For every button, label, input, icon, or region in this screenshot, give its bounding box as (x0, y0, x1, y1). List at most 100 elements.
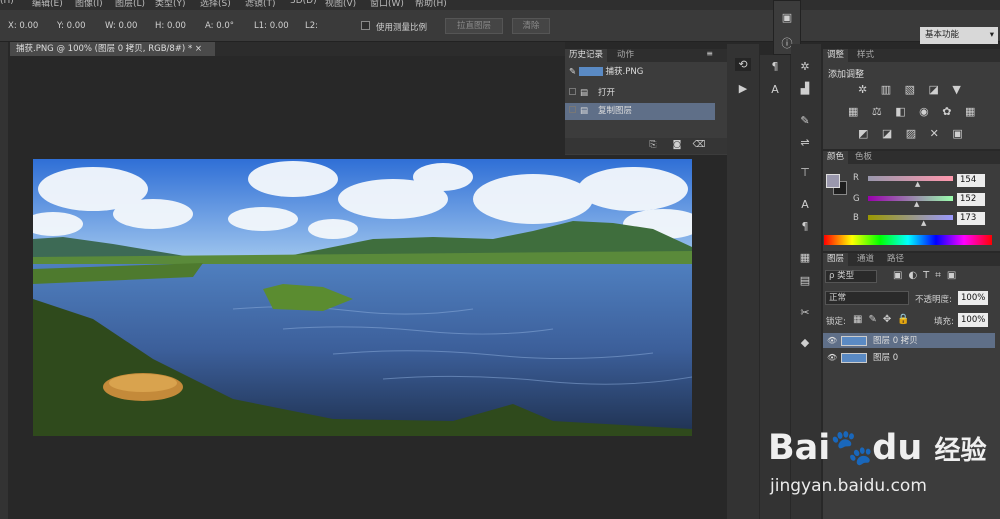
blend-mode-select[interactable]: 正常 (825, 291, 909, 305)
menu-item[interactable]: 图像(I) (75, 0, 103, 9)
workspace-label: 基本功能 (925, 30, 960, 40)
foreground-color-swatch[interactable] (826, 174, 840, 188)
adjustment-icons-row-1[interactable]: ✲ ▥ ▧ ◪ ▼ (858, 83, 966, 96)
options-bar: X: 0.00 Y: 0.00 W: 0.00 H: 0.00 A: 0.0° … (0, 10, 1000, 44)
menu-item[interactable]: 3D(D) (290, 0, 317, 6)
close-icon[interactable]: × (195, 44, 202, 54)
adjustment-icons-row-3[interactable]: ◩ ◪ ▨ ✕ ▣ (858, 127, 968, 140)
history-item-duplicate[interactable]: ▤ 复制图层 (565, 103, 715, 120)
tab-actions[interactable]: 动作 (613, 49, 638, 62)
paragraph-style-icon[interactable]: ¶ (797, 220, 813, 233)
paw-icon: 🐾 (830, 428, 874, 468)
layer-row[interactable]: 👁 图层 0 (823, 350, 995, 365)
toolbox-strip (0, 42, 8, 519)
history-item-open[interactable]: ▤ 打开 (565, 85, 715, 102)
opacity-field[interactable]: 100% (958, 291, 988, 305)
layer-name: 图层 0 拷贝 (873, 336, 918, 346)
b-label: B (853, 213, 859, 223)
snapshot-thumbnail (578, 67, 603, 76)
b-slider[interactable] (868, 215, 953, 220)
fill-field[interactable]: 100% (958, 313, 988, 327)
use-scale-checkbox[interactable] (361, 21, 370, 30)
watermark-url: jingyan.baidu.com (770, 476, 927, 496)
r-slider[interactable] (868, 176, 953, 181)
workspace-select[interactable]: 基本功能 ▾ (920, 27, 998, 44)
layer-kind-filter[interactable]: ρ 类型 (825, 270, 877, 283)
tab-layers[interactable]: 图层 (823, 253, 849, 266)
document-tab[interactable]: 捕获.PNG @ 100% (图层 0 拷贝, RGB/8#) * × (10, 42, 215, 56)
l1-readout: L1: 0.00 (254, 21, 289, 31)
properties-icon[interactable]: ▣ (779, 11, 795, 24)
menu-item[interactable]: 选择(S) (200, 0, 231, 9)
tab-color[interactable]: 颜色 (823, 151, 849, 164)
panel-menu-icon[interactable]: ≡ (706, 49, 713, 58)
menu-item[interactable]: 编辑(E) (32, 0, 63, 9)
g-value[interactable]: 152 (957, 193, 985, 206)
color-spectrum-ramp[interactable] (824, 235, 992, 245)
new-document-icon[interactable]: ⎘ (645, 140, 661, 150)
straighten-button[interactable]: 拉直图层 (445, 18, 503, 34)
tool-presets-icon[interactable]: ⊤ (797, 166, 813, 179)
tab-history[interactable]: 历史记录 (565, 49, 608, 62)
adjustment-icons-row-2[interactable]: ▦ ⚖ ◧ ◉ ✿ ▦ (848, 105, 980, 118)
layer-comps-icon[interactable]: ▤ (797, 274, 813, 287)
document-image (33, 159, 692, 436)
tab-paths[interactable]: 路径 (883, 253, 908, 266)
document-tab-title: 捕获.PNG @ 100% (图层 0 拷贝, RGB/8#) * (16, 44, 193, 54)
menu-item[interactable]: 滤镜(T) (245, 0, 276, 9)
clear-button[interactable]: 清除 (512, 18, 550, 34)
tab-adjustments[interactable]: 调整 (823, 49, 849, 62)
collapsed-dock-1: ⟲ ▶ (727, 44, 759, 519)
eye-icon[interactable]: 👁 (823, 350, 841, 365)
lock-icons[interactable]: ▦✎✥🔒 (853, 314, 916, 325)
camera-icon[interactable]: ◙ (669, 140, 685, 150)
b-value[interactable]: 173 (957, 212, 985, 225)
angle-readout: A: 0.0° (205, 21, 234, 31)
tools-icon[interactable]: ✂ (797, 306, 813, 319)
g-slider[interactable] (868, 196, 953, 201)
menu-item[interactable]: (H) (0, 0, 14, 6)
menu-item[interactable]: 类型(Y) (155, 0, 186, 9)
watermark-brand-a: Bai (768, 428, 831, 468)
r-value[interactable]: 154 (957, 174, 985, 187)
trash-icon[interactable]: ⌫ (691, 140, 707, 150)
snapshot-label: 捕获.PNG (605, 67, 644, 77)
menu-item[interactable]: 图层(L) (115, 0, 145, 9)
b-slider-thumb[interactable]: ▲ (921, 219, 926, 227)
layer-filter-icons[interactable]: ▣◐T⌗▣ (893, 270, 962, 281)
history-snapshot[interactable]: ✎ 捕获.PNG (565, 64, 715, 81)
watermark-brand-b: du (872, 428, 923, 468)
add-adjustment-label: 添加调整 (828, 70, 865, 80)
notes-icon[interactable]: ▦ (797, 251, 813, 264)
3d-icon[interactable]: ◆ (797, 336, 813, 349)
layer-row[interactable]: 👁 图层 0 拷贝 (823, 333, 995, 348)
g-slider-thumb[interactable]: ▲ (914, 200, 919, 208)
layer-name: 图层 0 (873, 353, 899, 363)
tab-styles[interactable]: 样式 (853, 49, 878, 62)
w-readout: W: 0.00 (105, 21, 138, 31)
tab-channels[interactable]: 通道 (853, 253, 878, 266)
r-slider-thumb[interactable]: ▲ (915, 180, 920, 188)
document-icon: ▤ (580, 106, 589, 116)
character-style-icon[interactable]: A (797, 198, 813, 211)
paragraph-icon[interactable]: ¶ (767, 60, 783, 73)
l2-readout: L2: (305, 21, 319, 31)
menu-item[interactable]: 视图(V) (325, 0, 356, 9)
menu-item[interactable]: 窗口(W) (370, 0, 404, 9)
brush-presets-icon[interactable]: ✎ (797, 114, 813, 127)
menu-item[interactable]: 帮助(H) (415, 0, 447, 9)
eye-icon[interactable]: 👁 (823, 333, 841, 348)
brightness-icon[interactable]: ✲ (797, 60, 813, 73)
g-label: G (853, 194, 860, 204)
character-icon[interactable]: A (767, 83, 783, 96)
history-panel: 历史记录 动作 ≡ ✎ 捕获.PNG ▤ 打开 ▤ 复制图层 ⎘ ◙ ⌫ (565, 49, 727, 155)
history-item-label: 打开 (598, 88, 616, 98)
play-icon[interactable]: ▶ (735, 82, 751, 95)
levels-icon[interactable]: ▟ (797, 82, 813, 95)
clone-source-icon[interactable]: ⇌ (797, 136, 813, 149)
h-readout: H: 0.00 (155, 21, 186, 31)
tab-swatches[interactable]: 色板 (851, 151, 876, 164)
document-icon: ▤ (580, 88, 589, 98)
history-icon[interactable]: ⟲ (735, 58, 751, 71)
r-label: R (853, 173, 859, 183)
